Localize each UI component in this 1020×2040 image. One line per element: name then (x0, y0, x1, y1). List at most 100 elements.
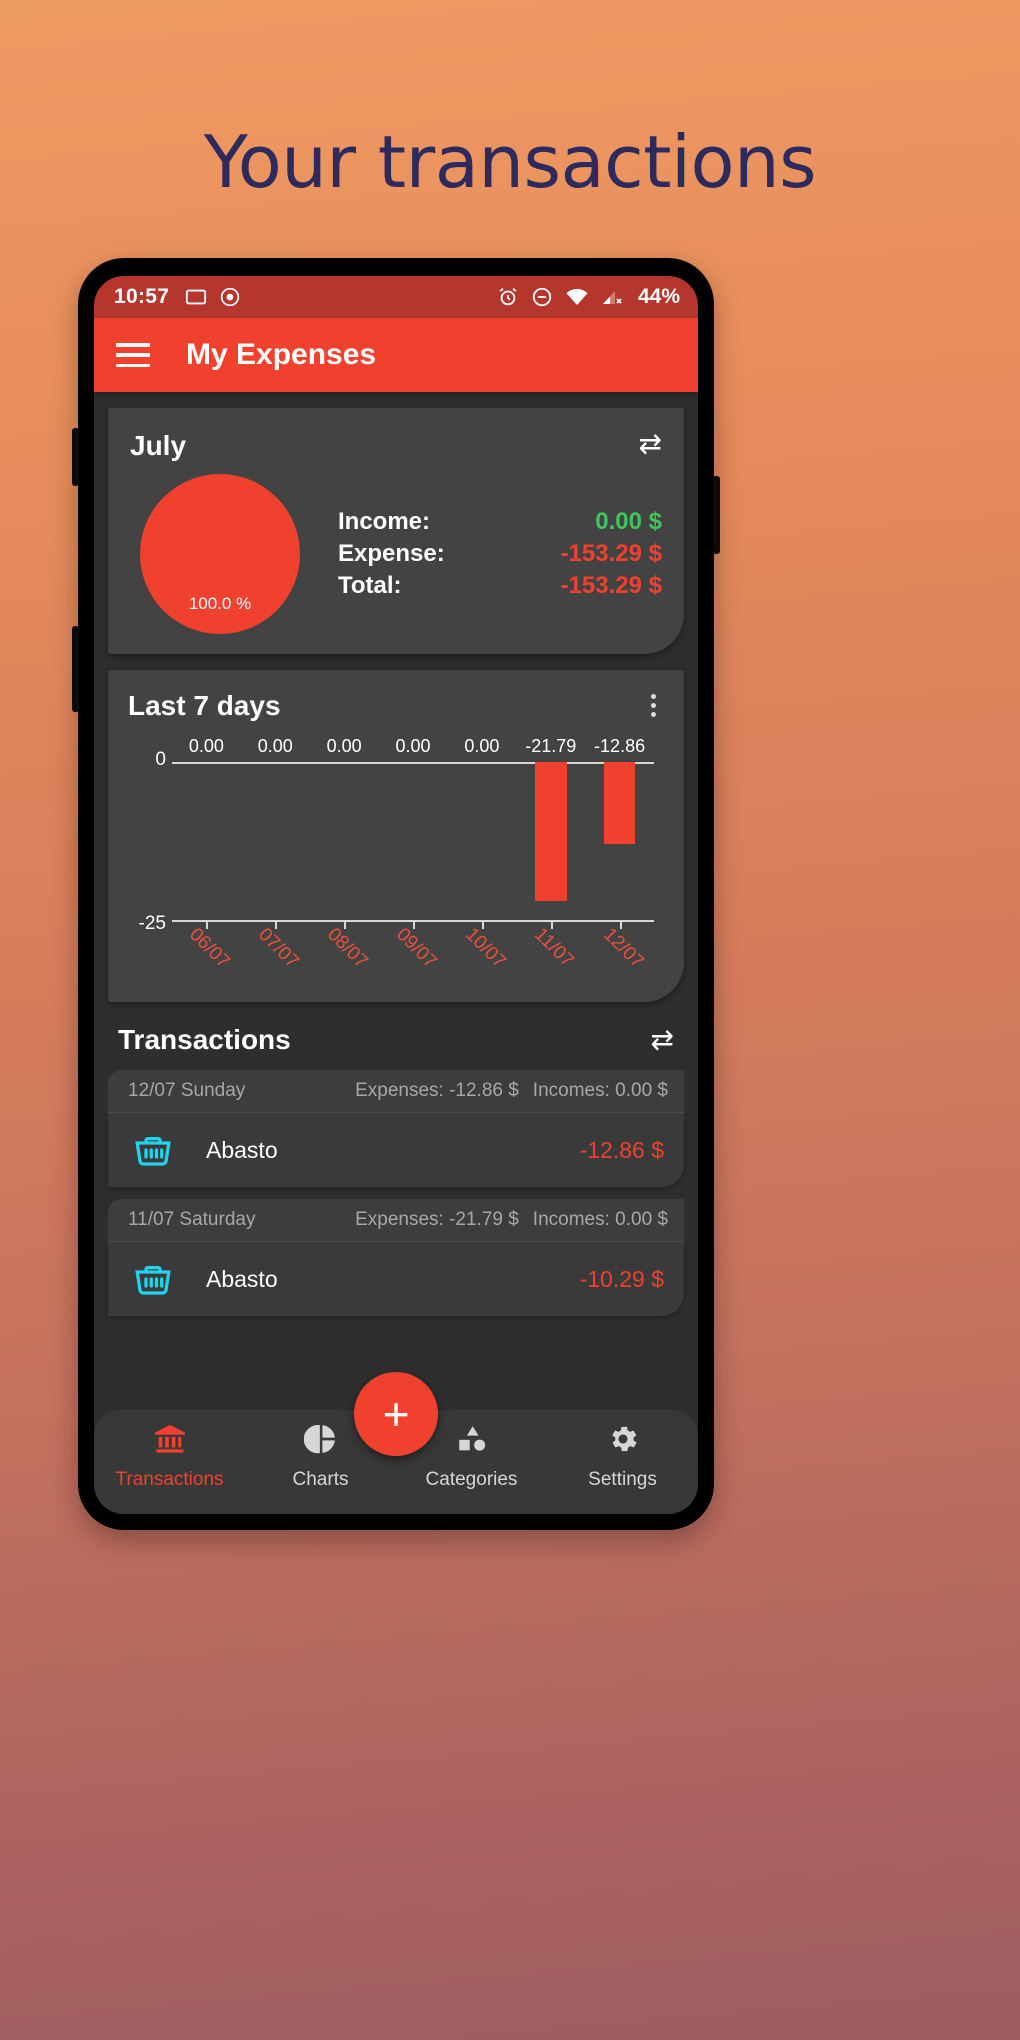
alarm-icon (499, 288, 517, 306)
bar-slot: 0.00 (310, 736, 379, 922)
bar-slot: -12.86 (585, 736, 654, 922)
transaction-date: 12/07 Sunday (128, 1080, 246, 1101)
nav-item-transactions[interactable]: Transactions (94, 1422, 245, 1491)
total-value: -153.29 $ (560, 572, 662, 600)
summary-row-income: Income: 0.00 $ (338, 506, 662, 538)
bar-slot: 0.00 (172, 736, 241, 922)
x-tick-label: 10/07 (461, 924, 510, 973)
transaction-row[interactable]: Abasto -12.86 $ (108, 1113, 684, 1187)
transaction-row[interactable]: Abasto -10.29 $ (108, 1242, 684, 1316)
transaction-day-sums: Expenses: -12.86 $ Incomes: 0.00 $ (355, 1080, 668, 1102)
battery-percentage: 44% (637, 285, 680, 308)
transaction-group: 12/07 Sunday Expenses: -12.86 $ Incomes: 0… (108, 1070, 684, 1187)
income-value: 0.00 $ (595, 507, 662, 535)
nav-item-settings[interactable]: Settings (547, 1422, 698, 1491)
x-axis-labels: 06/07 07/07 08/07 09/07 10/07 11/07 12/07 (172, 922, 654, 984)
x-label-slot: 07/07 (241, 922, 310, 984)
cast-icon (186, 289, 207, 305)
shapes-icon (455, 1422, 489, 1461)
x-tick-label: 11/07 (529, 924, 578, 972)
page-title: My Expenses (186, 338, 377, 371)
summary-totals: Income: 0.00 $ Expense: -153.29 $ Total:… (338, 506, 662, 602)
gear-icon (606, 1422, 640, 1461)
transactions-swap-icon[interactable]: ⇄ (651, 1026, 674, 1054)
add-transaction-fab[interactable]: + (354, 1372, 438, 1456)
status-bar-left-icons (185, 286, 240, 308)
nav-item-label: Settings (588, 1469, 657, 1490)
x-label-slot: 12/07 (585, 922, 654, 984)
summary-month-title: July (130, 430, 187, 461)
shopping-basket-icon (130, 1127, 176, 1173)
ytick-0: 0 (155, 749, 166, 770)
x-tick-label: 08/07 (323, 924, 372, 973)
phone-screen: 10:57 44% My Expenses July ⇄ 100.0 % Inc… (94, 276, 698, 1514)
transaction-amount: -10.29 $ (579, 1265, 664, 1292)
bar-chart: 0 -25 0.00 0.00 0.00 0.00 0.00 -21.79 -12.86 0… (128, 736, 664, 990)
ytick-min: -25 (138, 913, 166, 934)
x-label-slot: 06/07 (172, 922, 241, 984)
x-label-slot: 10/07 (447, 922, 516, 984)
month-summary-card[interactable]: July ⇄ 100.0 % Income: 0.00 $ Expense: -… (108, 408, 684, 654)
do-not-disturb-icon (532, 287, 552, 307)
nav-item-label: Transactions (115, 1469, 224, 1490)
transaction-date: 11/07 Saturday (128, 1209, 256, 1230)
bar-value-label: 0.00 (326, 736, 362, 756)
transaction-amount: -12.86 $ (579, 1136, 664, 1163)
pie-chart-icon (303, 1422, 338, 1461)
bar-slot: -21.79 (516, 736, 585, 922)
day-incomes-label: Incomes: 0.00 $ (532, 1080, 668, 1101)
transaction-day-sums: Expenses: -21.79 $ Incomes: 0.00 $ (355, 1209, 668, 1231)
bar-slot: 0.00 (379, 736, 448, 922)
transaction-day-header: 12/07 Sunday Expenses: -12.86 $ Incomes: 0… (108, 1070, 684, 1113)
transaction-day-header: 11/07 Saturday Expenses: -21.79 $ Incomes:… (108, 1199, 684, 1242)
last-7-days-card[interactable]: Last 7 days 0 -25 0.00 0.00 0.00 0.00 0.00 -2… (108, 670, 684, 1002)
summary-card-header: July ⇄ (130, 430, 662, 462)
hamburger-menu-icon[interactable] (116, 343, 150, 367)
record-icon (221, 287, 240, 307)
expense-label: Expense: (338, 539, 445, 567)
bar-value-label: 0.00 (395, 736, 431, 756)
expense-pie-chart[interactable]: 100.0 % (140, 474, 300, 634)
x-label-slot: 11/07 (516, 922, 585, 984)
bar-value-label: 0.00 (188, 736, 224, 756)
bar-value-label: -12.86 (594, 736, 646, 756)
status-bar-right-icons: 44% (497, 285, 680, 309)
app-bar: My Expenses (94, 318, 698, 392)
summary-row-expense: Expense: -153.29 $ (338, 538, 662, 570)
phone-frame: 10:57 44% My Expenses July ⇄ 100.0 % Inc… (72, 258, 720, 1530)
transactions-header: Transactions ⇄ (94, 1002, 698, 1070)
transactions-list: 12/07 Sunday Expenses: -12.86 $ Incomes: 0… (94, 1070, 698, 1328)
transactions-title: Transactions (118, 1024, 291, 1055)
shopping-basket-icon (130, 1256, 176, 1302)
day-expenses-label: Expenses: -21.79 $ (355, 1209, 519, 1230)
total-label: Total: (338, 572, 402, 600)
x-tick-label: 09/07 (392, 924, 441, 973)
bar (603, 762, 636, 845)
phone-side-button-left-b (72, 626, 79, 712)
chart-card-header: Last 7 days (128, 690, 664, 722)
x-tick-label: 12/07 (598, 924, 648, 973)
swap-icon[interactable]: ⇄ (639, 430, 662, 458)
bar-value-label: -21.79 (525, 736, 577, 756)
x-label-slot: 08/07 (310, 922, 379, 984)
x-tick-label: 06/07 (185, 924, 235, 973)
bank-icon (153, 1422, 187, 1461)
bar-slot: 0.00 (241, 736, 310, 922)
transaction-group: 11/07 Saturday Expenses: -21.79 $ Incomes:… (108, 1199, 684, 1316)
status-bar: 10:57 44% (94, 276, 698, 318)
bar-value-label: 0.00 (464, 736, 500, 756)
bar-chart-plot: 0 -25 0.00 0.00 0.00 0.00 0.00 -21.79 -12.86 (139, 736, 654, 934)
bar (534, 762, 567, 902)
promo-headline: Your transactions (203, 120, 817, 204)
expense-value: -153.29 $ (560, 539, 662, 567)
bar-slot: 0.00 (447, 736, 516, 922)
overflow-menu-icon[interactable] (643, 690, 664, 721)
summary-card-body: 100.0 % Income: 0.00 $ Expense: -153.29 … (130, 474, 662, 634)
pie-percent-label: 100.0 % (188, 594, 252, 613)
day-expenses-label: Expenses: -12.86 $ (355, 1080, 519, 1101)
bar-value-label: 0.00 (257, 736, 293, 756)
cellular-off-icon (602, 291, 622, 304)
chart-title: Last 7 days (128, 690, 281, 721)
transaction-name: Abasto (206, 1265, 278, 1292)
wifi-icon (566, 288, 588, 305)
